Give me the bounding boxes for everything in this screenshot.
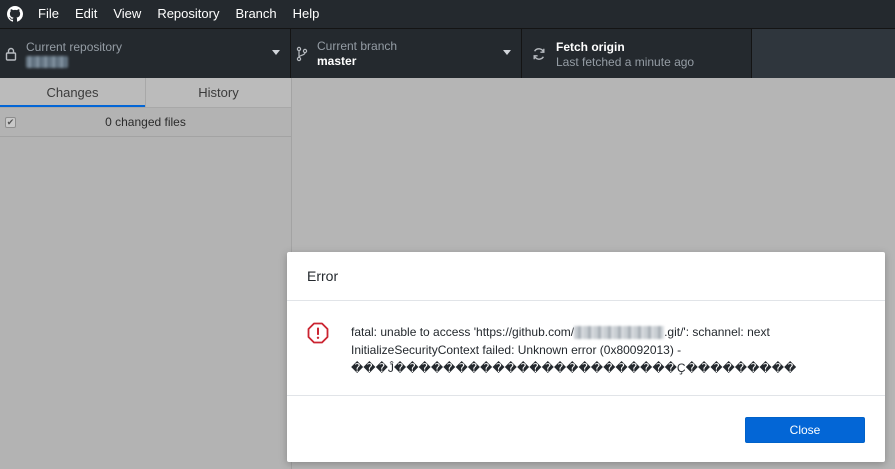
tab-history[interactable]: History — [145, 78, 291, 107]
dialog-title: Error — [307, 268, 339, 284]
lock-icon — [0, 47, 22, 61]
git-branch-icon — [291, 46, 313, 62]
fetch-origin-button[interactable]: Fetch origin Last fetched a minute ago — [522, 29, 752, 78]
menu-view[interactable]: View — [105, 0, 149, 28]
menu-help[interactable]: Help — [285, 0, 328, 28]
chevron-down-icon — [503, 50, 511, 55]
changes-header: ✔ 0 changed files — [0, 108, 291, 137]
menu-file[interactable]: File — [30, 0, 67, 28]
current-branch-button[interactable]: Current branch master — [291, 29, 522, 78]
current-repository-name-redacted — [26, 55, 68, 68]
current-repository-label: Current repository — [26, 39, 123, 54]
error-message-part1: fatal: unable to access 'https://github.… — [351, 325, 575, 339]
toolbar: Current repository Current branch master… — [0, 28, 895, 78]
current-repository-button[interactable]: Current repository — [0, 29, 291, 78]
github-logo-icon — [0, 0, 30, 28]
menu-branch[interactable]: Branch — [227, 0, 284, 28]
menu-edit[interactable]: Edit — [67, 0, 105, 28]
dialog-body: fatal: unable to access 'https://github.… — [287, 301, 885, 396]
fetch-origin-subtitle: Last fetched a minute ago — [556, 54, 695, 69]
sidebar: Changes History ✔ 0 changed files — [0, 78, 292, 469]
current-branch-value: master — [317, 53, 357, 68]
sync-icon — [528, 47, 550, 61]
error-dialog: Error fatal: unable to access 'https://g… — [287, 252, 885, 462]
dialog-footer: Close — [287, 396, 885, 461]
tab-changes[interactable]: Changes — [0, 78, 145, 107]
select-all-checkbox[interactable]: ✔ — [5, 117, 16, 128]
changed-files-count: 0 changed files — [105, 115, 186, 129]
dialog-header: Error — [287, 252, 885, 301]
toolbar-spacer — [752, 29, 895, 78]
fetch-origin-title: Fetch origin — [556, 39, 625, 54]
close-button[interactable]: Close — [745, 417, 865, 443]
current-branch-label: Current branch — [317, 38, 398, 53]
menu-bar: File Edit View Repository Branch Help — [0, 0, 895, 28]
redacted-repository-path — [574, 326, 665, 340]
sidebar-tabs: Changes History — [0, 78, 291, 108]
chevron-down-icon — [272, 50, 280, 55]
menu-repository[interactable]: Repository — [149, 0, 227, 28]
error-message: fatal: unable to access 'https://github.… — [351, 323, 871, 377]
alert-octagon-icon — [307, 322, 329, 344]
